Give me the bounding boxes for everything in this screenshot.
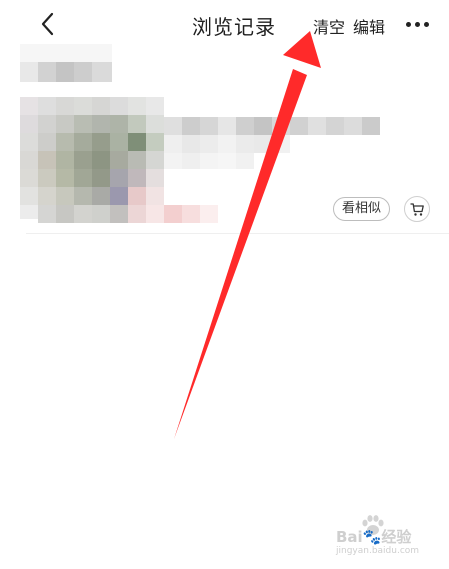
edit-button[interactable]: 编辑	[353, 14, 385, 38]
top-bar: 浏览记录 清空 编辑	[0, 0, 449, 48]
pixelated-date-header	[20, 44, 112, 82]
page-title: 浏览记录	[192, 15, 276, 39]
back-button[interactable]	[34, 8, 62, 40]
find-similar-button[interactable]: 看相似	[333, 197, 390, 221]
pixelated-product-item[interactable]	[20, 97, 380, 225]
chevron-left-icon	[41, 12, 54, 36]
add-to-cart-button[interactable]	[404, 196, 430, 222]
watermark-brand: Bai🐾经验	[336, 528, 412, 546]
clear-button[interactable]: 清空	[313, 14, 345, 38]
watermark-url: jingyan.baidu.com	[336, 546, 420, 556]
cart-icon	[410, 203, 424, 216]
more-button[interactable]	[404, 14, 432, 34]
annotation-arrow	[174, 31, 321, 439]
item-divider	[26, 233, 449, 234]
more-dots-icon	[406, 22, 411, 27]
